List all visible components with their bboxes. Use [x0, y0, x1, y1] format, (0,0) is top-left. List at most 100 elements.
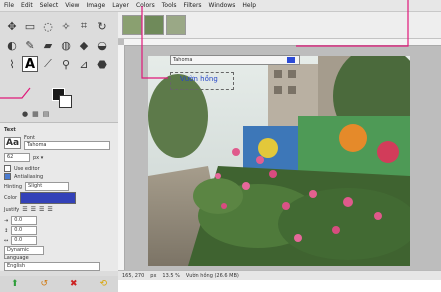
justify-left-icon[interactable]: ☰	[22, 206, 27, 213]
warp-icon[interactable]: ◐	[4, 37, 20, 53]
antialiasing-checkbox[interactable]	[4, 173, 11, 180]
clone-icon[interactable]: ◍	[58, 37, 74, 53]
menu-item-file[interactable]: File	[4, 1, 14, 10]
letter-spacing-field[interactable]: 0.0	[11, 236, 38, 245]
justify-row: Justify ☰ ☰ ☰ ☰	[4, 206, 53, 213]
eraser-icon[interactable]: ▰	[40, 37, 56, 53]
justify-fill-icon[interactable]: ☰	[47, 206, 52, 213]
indent-icon: ⇥	[4, 217, 9, 224]
dodge-icon[interactable]: ◒	[94, 37, 110, 53]
line-spacing-field[interactable]: 0.0	[11, 226, 38, 235]
rotate-icon[interactable]: ↻	[94, 18, 110, 34]
indent-field[interactable]: 0.0	[11, 216, 38, 225]
font-preview-icon[interactable]: Aa	[4, 136, 22, 149]
justify-right-icon[interactable]: ☰	[31, 206, 36, 213]
line-spacing-row: ↕ 0.0	[4, 226, 38, 235]
tool-options-bottom-bar: ⬆ ↺ ✖ ⟲	[0, 276, 118, 292]
fg-bg-color-swatch[interactable]	[52, 88, 72, 108]
color-picker-icon[interactable]: ⟋	[40, 56, 56, 72]
crop-icon[interactable]: ⌗	[76, 18, 92, 34]
save-options-icon[interactable]: ⬆	[11, 279, 19, 289]
menu-item-filters[interactable]: Filters	[184, 1, 202, 10]
background-color[interactable]	[59, 95, 72, 108]
menu-item-view[interactable]: View	[65, 1, 79, 10]
font-field[interactable]: Tahoma	[24, 141, 111, 150]
fuzzy-select-icon[interactable]: ✧	[58, 18, 74, 34]
use-editor-label: Use editor	[14, 165, 40, 172]
menu-bar: File Edit Select View Image Layer Colors Tools F…	[0, 0, 441, 12]
language-field[interactable]: English	[4, 262, 100, 271]
letter-spacing-icon: ↔	[4, 237, 9, 244]
size-unit-dropdown[interactable]: px ▾	[33, 155, 43, 161]
text-toolbar-color-swatch[interactable]	[287, 57, 295, 63]
language-label: Language	[4, 255, 29, 261]
box-mode-dropdown[interactable]: Dynamic	[4, 246, 44, 255]
align-icon[interactable]: ▭	[22, 18, 38, 34]
image-tabs-bar	[118, 12, 441, 39]
pattern-preview-icon[interactable]: ▦	[32, 110, 39, 118]
status-bar: 165, 270 px 13.5 % Vườn hồng (26.6 MB)	[118, 270, 441, 280]
move-icon[interactable]: ✥	[4, 18, 20, 34]
image-tab-thumbnail[interactable]	[122, 15, 142, 35]
hinting-label: Hinting	[4, 183, 23, 190]
justify-label: Justify	[4, 206, 20, 213]
tool-options-title: Text	[4, 127, 16, 133]
canvas-text-layer[interactable]: Vườn hồng	[180, 75, 218, 83]
tool-options-panel: Text Aa Font Tahoma 62 px ▾ Use editor A…	[0, 122, 118, 271]
use-editor-row: Use editor	[4, 165, 40, 172]
use-editor-checkbox[interactable]	[4, 165, 11, 172]
unit-selector[interactable]: px	[150, 273, 156, 279]
zoom-icon[interactable]: ⚲	[58, 56, 74, 72]
line-spacing-icon: ↕	[4, 227, 9, 234]
antialiasing-row: Antialiasing	[4, 173, 43, 180]
paintbrush-icon[interactable]: ✎	[22, 37, 38, 53]
restore-options-icon[interactable]: ↺	[40, 279, 48, 289]
language-row: English	[4, 262, 100, 271]
image-icons-row: ● ▦ ▤	[22, 110, 49, 118]
on-canvas-text-toolbar: Tahoma	[170, 55, 300, 65]
letter-spacing-row: ↔ 0.0	[4, 236, 38, 245]
image-tab-thumbnail[interactable]	[166, 15, 186, 35]
toolbox-panel: ✥ ▭ ◌ ✧ ⌗ ↻ ◐ ✎ ▰ ◍ ◆ ◒ ⌇ A ⟋ ⚲ ⊿ ⬣ ● ▦ ▤ Text Aa Font Ta…	[0, 12, 119, 292]
brush-preview-icon[interactable]: ●	[22, 110, 28, 118]
language-label-row: Language	[4, 255, 29, 261]
status-layer-info: Vườn hồng (26.6 MB)	[185, 272, 239, 279]
menu-items: File Edit Select View Image Layer Colors Tools F…	[4, 1, 256, 10]
tool-grid: ✥ ▭ ◌ ✧ ⌗ ↻ ◐ ✎ ▰ ◍ ◆ ◒ ⌇ A ⟋ ⚲ ⊿ ⬣	[4, 18, 110, 73]
text-color-button[interactable]	[20, 192, 77, 204]
horizontal-ruler	[124, 39, 441, 46]
image-tab-thumbnail[interactable]	[144, 15, 164, 35]
blur-icon[interactable]: ◆	[76, 37, 92, 53]
text-toolbar-font[interactable]: Tahoma	[173, 57, 192, 63]
measure-icon[interactable]: ⊿	[76, 56, 92, 72]
hinting-row: Hinting Slight	[4, 182, 70, 191]
menu-item-select[interactable]: Select	[40, 1, 59, 10]
tool-options-section-label: Text	[4, 127, 16, 133]
bucket-fill-icon[interactable]: ⬣	[94, 56, 110, 72]
menu-item-layer[interactable]: Layer	[112, 1, 129, 10]
menu-item-windows[interactable]: Windows	[209, 1, 236, 10]
path-icon[interactable]: ⌇	[4, 56, 20, 72]
size-field[interactable]: 62	[4, 153, 30, 162]
justify-center-icon[interactable]: ☰	[39, 206, 44, 213]
text-icon[interactable]: A	[22, 56, 38, 72]
box-row: Dynamic	[4, 246, 44, 255]
color-label: Color	[4, 195, 18, 201]
free-select-icon[interactable]: ◌	[40, 18, 56, 34]
menu-item-image[interactable]: Image	[86, 1, 105, 10]
hinting-dropdown[interactable]: Slight	[25, 182, 70, 191]
color-row: Color	[4, 192, 77, 204]
cursor-coords: 165, 270	[122, 272, 145, 279]
menu-item-tools[interactable]: Tools	[162, 1, 177, 10]
antialiasing-label: Antialiasing	[14, 173, 44, 180]
zoom-selector[interactable]: 13.5 %	[162, 273, 179, 279]
size-row: 62 px ▾	[4, 153, 43, 162]
font-row: Aa Font Tahoma	[4, 135, 111, 150]
delete-options-icon[interactable]: ✖	[70, 279, 78, 289]
vertical-ruler	[118, 45, 125, 270]
reset-options-icon[interactable]: ⟲	[99, 279, 107, 289]
menu-item-edit[interactable]: Edit	[21, 1, 33, 10]
menu-item-colors[interactable]: Colors	[136, 1, 155, 10]
menu-item-help[interactable]: Help	[242, 1, 256, 10]
gradient-preview-icon[interactable]: ▤	[43, 110, 50, 118]
